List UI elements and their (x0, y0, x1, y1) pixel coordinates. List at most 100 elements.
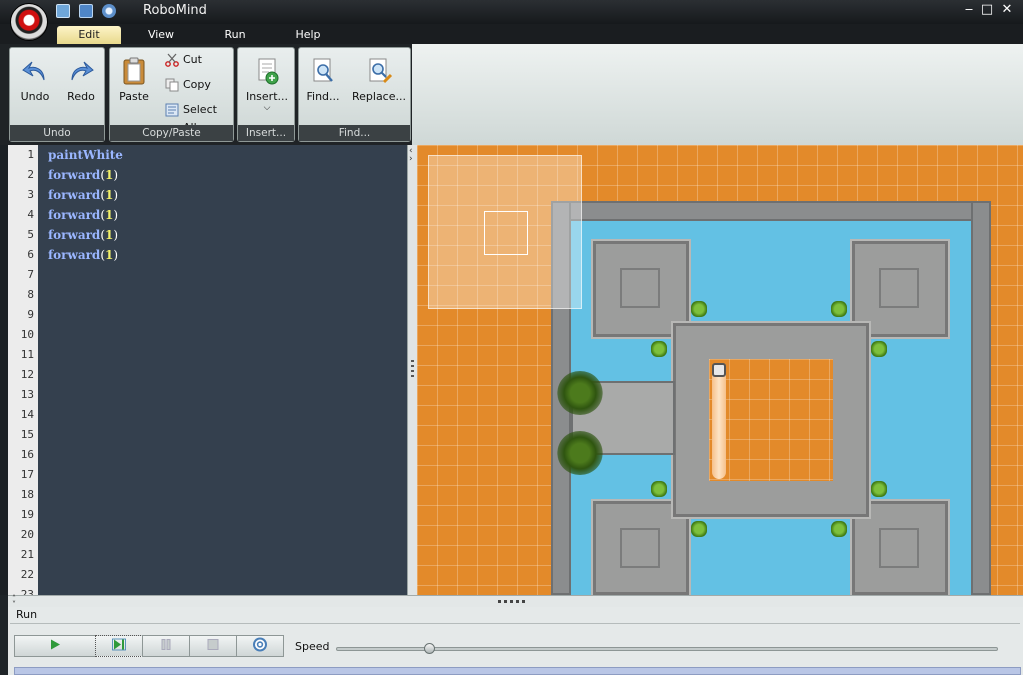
code-line[interactable]: forward(1) (48, 208, 118, 222)
tab-help[interactable]: Help (288, 26, 328, 44)
open-file-icon[interactable] (56, 4, 70, 18)
editor-map-splitter[interactable]: ‹ › (407, 145, 417, 595)
code-line[interactable]: forward(1) (48, 168, 118, 182)
step-button[interactable] (95, 635, 143, 657)
select-all-icon (165, 103, 179, 117)
bush-icon (691, 521, 707, 537)
maximize-icon[interactable]: □ (980, 3, 994, 17)
robot-map-view[interactable] (417, 145, 1023, 595)
line-number: 22 (20, 568, 34, 581)
line-number: 19 (20, 508, 34, 521)
line-number: 12 (20, 368, 34, 381)
splitter-grip-icon[interactable] (411, 360, 414, 380)
speed-label: Speed (295, 640, 330, 653)
cut-button[interactable]: Cut (165, 51, 202, 69)
line-number: 10 (20, 328, 34, 341)
replace-icon (364, 56, 394, 86)
select-all-button[interactable]: Select All (165, 101, 233, 134)
copy-label: Copy (183, 78, 211, 91)
copy-icon (165, 78, 179, 92)
insert-label: Insert... (245, 90, 289, 103)
find-label: Find... (306, 90, 340, 103)
app-menu-orb-icon[interactable] (10, 3, 48, 41)
minimize-icon[interactable]: ‒ (962, 3, 976, 17)
line-number: 18 (20, 488, 34, 501)
line-number: 14 (20, 408, 34, 421)
redo-label: Redo (67, 90, 95, 103)
code-line[interactable]: forward(1) (48, 188, 118, 202)
line-number: 6 (27, 248, 34, 261)
painted-white-trail (712, 367, 726, 479)
code-token-cmd: forward (48, 208, 101, 222)
run-panel: Run Speed (8, 607, 1023, 675)
insert-group: Insert... ⌵ Insert... (237, 47, 295, 142)
line-number: 21 (20, 548, 34, 561)
minimap-viewport[interactable] (484, 211, 528, 255)
bush-icon (651, 341, 667, 357)
tab-view[interactable]: View (140, 26, 182, 44)
title-bar: RoboMind ‒ □ ✕ (0, 0, 1023, 41)
insert-button[interactable]: Insert... ⌵ (241, 56, 293, 113)
collapse-arrows-icon[interactable]: ‹ › (409, 147, 413, 164)
copy-paste-group: Paste Cut Copy Select All Copy/Paste (109, 47, 234, 142)
line-number: 7 (27, 268, 34, 281)
minimap-overlay[interactable] (428, 155, 582, 309)
bush-icon (831, 521, 847, 537)
play-button[interactable] (14, 635, 96, 657)
bush-icon (691, 301, 707, 317)
find-group-label: Find... (299, 125, 410, 141)
line-number: 13 (20, 388, 34, 401)
code-token-cmd: forward (48, 228, 101, 242)
line-number: 4 (27, 208, 34, 221)
scissors-icon (165, 53, 179, 67)
redo-button[interactable]: Redo (60, 56, 102, 103)
web-globe-icon[interactable] (102, 4, 116, 18)
code-token-cmd: forward (48, 168, 101, 182)
tab-run[interactable]: Run (215, 26, 255, 44)
central-sand-area (709, 359, 833, 481)
tree-icon (557, 431, 603, 475)
run-panel-splitter[interactable]: ˄ ˅ (8, 595, 1023, 609)
target-icon (252, 637, 268, 656)
paste-button[interactable]: Paste (114, 56, 154, 103)
code-token-close: ) (113, 228, 119, 242)
robot-icon (712, 363, 726, 377)
save-file-icon[interactable] (79, 4, 93, 18)
pause-button[interactable] (142, 635, 190, 657)
find-group: Find... Replace... Find... (298, 47, 411, 142)
speed-slider-thumb[interactable] (423, 643, 435, 654)
splitter-grip-icon[interactable] (498, 600, 528, 603)
line-number: 16 (20, 448, 34, 461)
line-number: 11 (20, 348, 34, 361)
bush-icon (871, 341, 887, 357)
close-icon[interactable]: ✕ (1000, 3, 1014, 17)
find-button[interactable]: Find... (301, 56, 345, 103)
copy-button[interactable]: Copy (165, 76, 211, 94)
line-number: 15 (20, 428, 34, 441)
line-number: 9 (27, 308, 34, 321)
code-editor[interactable]: 1 2 3 4 5 6 7 8 9 10 11 12 13 14 15 16 17 18 19 20 21 22 23 pa… (8, 145, 407, 595)
target-button[interactable] (236, 635, 284, 657)
bush-icon (651, 481, 667, 497)
run-panel-label: Run (16, 608, 38, 621)
undo-button[interactable]: Undo (14, 56, 56, 103)
output-area (14, 667, 1021, 675)
code-line[interactable]: forward(1) (48, 228, 118, 242)
stop-button[interactable] (189, 635, 237, 657)
redo-arrow-icon (66, 56, 96, 86)
code-token-cmd: forward (48, 248, 101, 262)
line-number: 17 (20, 468, 34, 481)
paste-label: Paste (119, 90, 149, 103)
line-number-gutter: 1 2 3 4 5 6 7 8 9 10 11 12 13 14 15 16 17 18 19 20 21 22 23 (8, 145, 38, 595)
insert-dropdown-chevron-icon[interactable]: ⌵ (241, 103, 293, 113)
tab-edit[interactable]: Edit (57, 26, 121, 44)
line-number: 5 (27, 228, 34, 241)
undo-group: Undo Redo Undo (9, 47, 105, 142)
ribbon-tab-bar: Edit View Run Help (0, 24, 1023, 44)
ribbon-panel: Undo Redo Undo Paste Cut Copy Select Cop… (0, 44, 1023, 145)
app-title: RoboMind (143, 3, 207, 18)
replace-button[interactable]: Replace... (349, 56, 409, 103)
code-line[interactable]: paintWhite (48, 148, 123, 162)
speed-slider-track[interactable] (336, 647, 998, 651)
code-line[interactable]: forward(1) (48, 248, 118, 262)
